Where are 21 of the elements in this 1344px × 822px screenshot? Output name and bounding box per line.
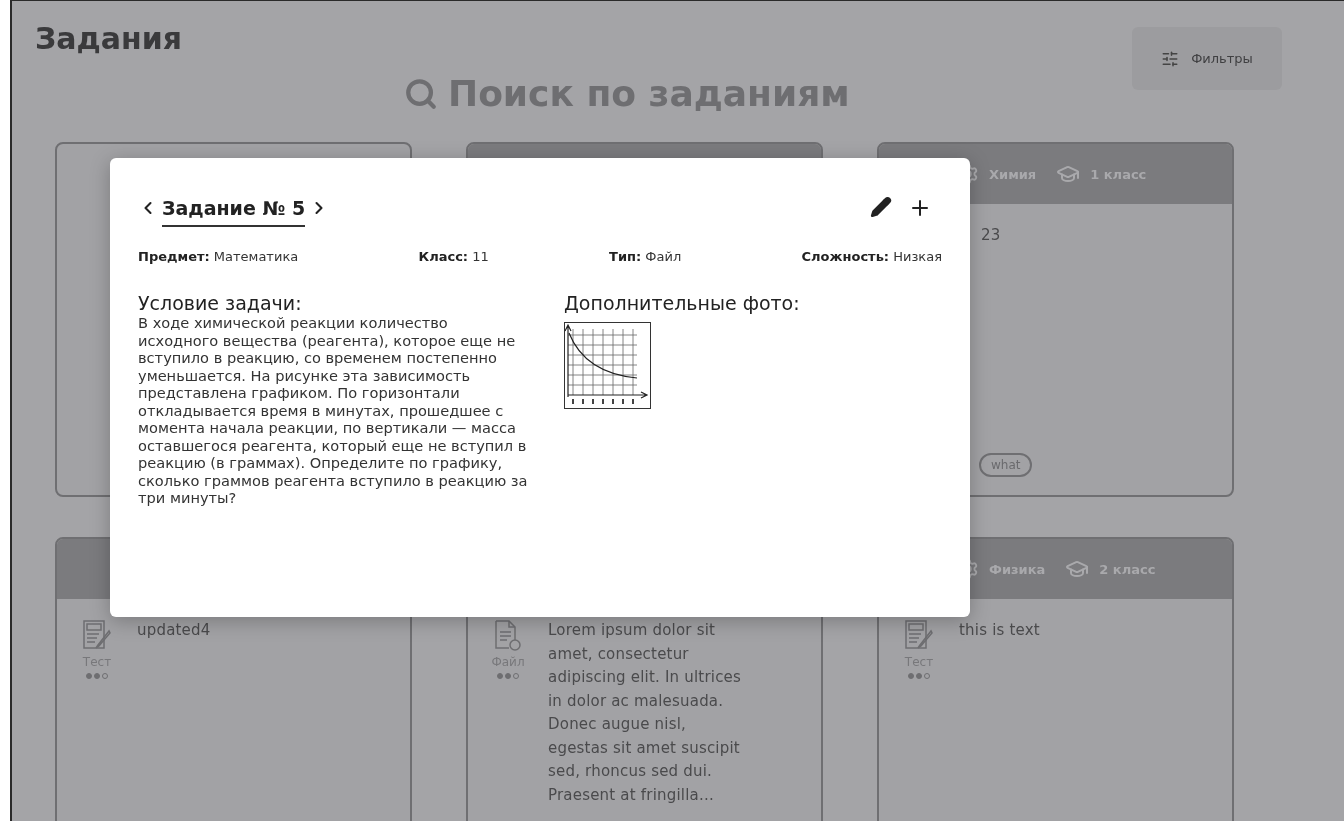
tag-chip[interactable]: what: [979, 453, 1033, 477]
test-sheet-icon: [904, 619, 934, 651]
edit-button[interactable]: [870, 196, 892, 220]
sliders-icon: [1161, 49, 1180, 68]
search-icon: [404, 76, 438, 111]
section-heading: Условие задачи:: [138, 292, 303, 314]
filter-button[interactable]: Фильтры: [1132, 27, 1282, 90]
task-title: Задание № 5: [162, 197, 306, 227]
meta-field: Тип: Файл: [609, 249, 682, 264]
pencil-icon: [870, 196, 892, 218]
meta-field: Предмет: Математика: [138, 249, 299, 264]
card-text: 23: [981, 225, 1002, 246]
card-text: Lorem ipsum dolor sit amet, consectetur adipiscing elit. In ultrices in dolor ac malesuada. Donec augue nisl, egestas sit amet suscipit sed, rhoncus sed dui. Praesent at fringilla...: [548, 620, 743, 806]
document-icon: [493, 619, 523, 651]
task-text: В ходе химической реакции количество исходного вещества (реагента), которое еще не вступило в реакцию, со временем постепенно уменьшается. На рисунке эта зависимость представлена графиком. По горизонтали откладывается время в минутах, прошедшее с момента начала реакции, по вертикали — масса оставшегося реагента, который еще не вступил в реакцию (в граммах). Определите по графику, сколько граммов реагента вступило в реакцию за три минуты?: [138, 314, 529, 507]
test-sheet-icon: [82, 619, 112, 651]
card-text: this is text: [959, 620, 1041, 641]
card-text: updated4: [137, 620, 212, 641]
page-title: Задания: [35, 21, 183, 56]
meta-field: Класс: 11: [418, 249, 489, 264]
section-heading: Дополнительные фото:: [564, 292, 800, 314]
